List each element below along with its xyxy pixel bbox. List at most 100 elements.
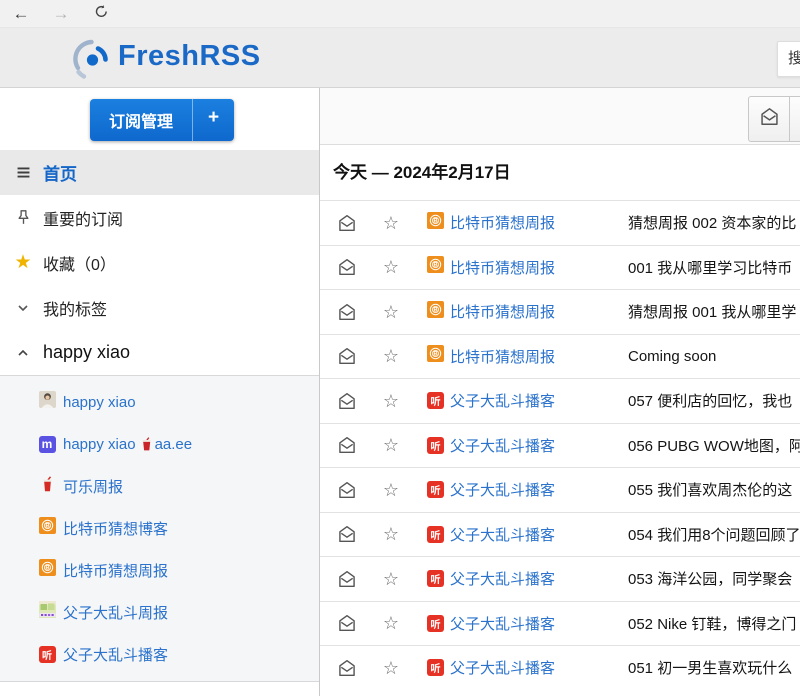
feed-label: 比特币猜想博客: [63, 518, 168, 539]
svg-text:B: B: [433, 307, 438, 313]
article-row: ☆听父子大乱斗播客052 Nike 钉鞋，博得之门: [320, 601, 800, 646]
bitcoin-icon: B: [427, 212, 444, 234]
read-filter-button[interactable]: [748, 96, 790, 142]
mark-read-button[interactable]: [337, 569, 357, 589]
sidebar-feed-item[interactable]: mhappy xiaoaa.ee: [0, 423, 319, 465]
article-title[interactable]: 056 PUBG WOW地图，阿: [628, 435, 800, 456]
pin-icon: [12, 208, 34, 227]
article-title[interactable]: 053 海洋公园，同学聚会: [628, 568, 800, 589]
forward-button[interactable]: →: [46, 4, 76, 24]
star-button[interactable]: ☆: [381, 258, 401, 276]
cup-icon: [141, 437, 152, 451]
article-row: ☆B比特币猜想周报Coming soon: [320, 334, 800, 379]
app-header: FreshRSS 搜索: [0, 28, 800, 88]
mark-read-button[interactable]: [337, 346, 357, 366]
star-button[interactable]: ☆: [381, 481, 401, 499]
feed-label: 父子大乱斗周报: [63, 602, 168, 623]
mark-read-button[interactable]: [337, 435, 357, 455]
star-button[interactable]: ☆: [381, 525, 401, 543]
article-feed-link[interactable]: 父子大乱斗播客: [450, 568, 617, 589]
mastodon-icon: m: [39, 436, 56, 453]
refresh-button[interactable]: [86, 4, 116, 24]
sidebar-item-my-tags[interactable]: 我的标签: [0, 285, 319, 330]
article-row: ☆听父子大乱斗播客056 PUBG WOW地图，阿: [320, 423, 800, 468]
star-button[interactable]: ☆: [381, 392, 401, 410]
article-row: ☆ 听父子大乱斗播客 055 我们喜欢周杰伦的这: [320, 467, 800, 512]
article-title[interactable]: 054 我们用8个问题回顾了: [628, 524, 800, 545]
article-list: ☆B比特币猜想周报猜想周报 002 资本家的比☆B比特币猜想周报001 我从哪里…: [320, 200, 800, 690]
mark-read-button[interactable]: [337, 658, 357, 678]
svg-text:B: B: [433, 263, 438, 269]
article-title[interactable]: Coming soon: [628, 348, 800, 365]
star-button[interactable]: ☆: [381, 303, 401, 321]
article-title[interactable]: 052 Nike 钉鞋，博得之门: [628, 613, 800, 634]
add-feed-button[interactable]: +: [192, 99, 234, 141]
sidebar-feed-item[interactable]: 可乐周报: [0, 465, 319, 507]
freshrss-logo-icon[interactable]: [70, 35, 116, 81]
toolbar-secondary-button[interactable]: [790, 96, 800, 142]
article-title[interactable]: 057 便利店的回忆，我也: [628, 390, 800, 411]
article-row: ☆ 听父子大乱斗播客 054 我们用8个问题回顾了: [320, 512, 800, 557]
bitcoin-icon: B: [427, 256, 444, 278]
back-button[interactable]: ←: [6, 4, 36, 24]
star-button[interactable]: ☆: [381, 614, 401, 632]
sidebar-feed-item[interactable]: happy xiao: [0, 381, 319, 423]
article-feed-link[interactable]: 父子大乱斗播客: [450, 390, 617, 411]
sidebar-feed-item[interactable]: 父子大乱斗周报: [0, 591, 319, 633]
listen-icon: 听: [39, 646, 56, 663]
star-button[interactable]: ☆: [381, 214, 401, 232]
article-row: ☆ B 比特币猜想周报猜想周报 002 资本家的比: [320, 200, 800, 245]
sidebar-item-home[interactable]: 首页: [0, 150, 319, 195]
svg-text:B: B: [433, 218, 438, 224]
article-title[interactable]: 猜想周报 001 我从哪里学: [628, 301, 800, 322]
article-row: ☆听父子大乱斗播客051 初一男生喜欢玩什么: [320, 645, 800, 690]
mark-read-button[interactable]: [337, 613, 357, 633]
mark-read-button[interactable]: [337, 480, 357, 500]
mark-read-button[interactable]: [337, 391, 357, 411]
sidebar-category-label: happy xiao: [43, 342, 130, 363]
svg-text:B: B: [45, 524, 50, 530]
article-feed-link[interactable]: 比特币猜想周报: [450, 212, 617, 233]
sidebar-feed-item[interactable]: 听父子大乱斗播客: [0, 633, 319, 675]
article-feed-link[interactable]: 父子大乱斗播客: [450, 657, 617, 678]
article-title[interactable]: 055 我们喜欢周杰伦的这: [628, 479, 800, 500]
article-title[interactable]: 001 我从哪里学习比特币: [628, 257, 800, 278]
listen-icon: 听: [427, 481, 444, 498]
star-button[interactable]: ☆: [381, 659, 401, 677]
search-input[interactable]: 搜索: [777, 41, 800, 77]
sidebar-feed-item[interactable]: B比特币猜想周报: [0, 549, 319, 591]
mark-read-button[interactable]: [337, 524, 357, 544]
bitcoin-icon: B: [39, 559, 56, 581]
article-feed-link[interactable]: 比特币猜想周报: [450, 301, 617, 322]
article-feed-link[interactable]: 父子大乱斗播客: [450, 479, 617, 500]
mark-read-button[interactable]: [337, 257, 357, 277]
sidebar-category-happy-xiao[interactable]: happy xiao: [0, 330, 319, 375]
app-title[interactable]: FreshRSS: [118, 40, 261, 73]
article-feed-link[interactable]: 父子大乱斗播客: [450, 613, 617, 634]
feed-label: happy xiao: [63, 394, 136, 411]
mark-read-button[interactable]: [337, 213, 357, 233]
article-feed-link[interactable]: 比特币猜想周报: [450, 346, 617, 367]
star-button[interactable]: ☆: [381, 347, 401, 365]
article-row: ☆听父子大乱斗播客053 海洋公园，同学聚会: [320, 556, 800, 601]
sidebar-item-label: 首页: [43, 160, 77, 185]
envelope-icon: [759, 106, 780, 132]
listen-icon: 听: [427, 392, 444, 409]
sidebar-item-favorites[interactable]: ★ 收藏（0）: [0, 240, 319, 285]
article-title[interactable]: 051 初一男生喜欢玩什么: [628, 657, 800, 678]
main-panel: 今天 — 2024年2月17日 ☆B比特币猜想周报猜想周报 002 资本家的比☆…: [320, 88, 800, 696]
article-feed-link[interactable]: 父子大乱斗播客: [450, 524, 617, 545]
article-feed-link[interactable]: 父子大乱斗播客: [450, 435, 617, 456]
star-button[interactable]: ☆: [381, 570, 401, 588]
sidebar-item-label: 收藏（0）: [43, 251, 116, 275]
sidebar-item-label: 重要的订阅: [43, 206, 123, 230]
manage-subscriptions-button[interactable]: 订阅管理: [90, 99, 192, 141]
sidebar-feed-item[interactable]: B 比特币猜想博客: [0, 507, 319, 549]
article-title[interactable]: 猜想周报 002 资本家的比: [628, 212, 800, 233]
article-feed-link[interactable]: 比特币猜想周报: [450, 257, 617, 278]
mark-read-button[interactable]: [337, 302, 357, 322]
star-button[interactable]: ☆: [381, 436, 401, 454]
sidebar-item-important[interactable]: 重要的订阅: [0, 195, 319, 240]
svg-text:B: B: [45, 566, 50, 572]
listen-icon: 听: [427, 526, 444, 543]
